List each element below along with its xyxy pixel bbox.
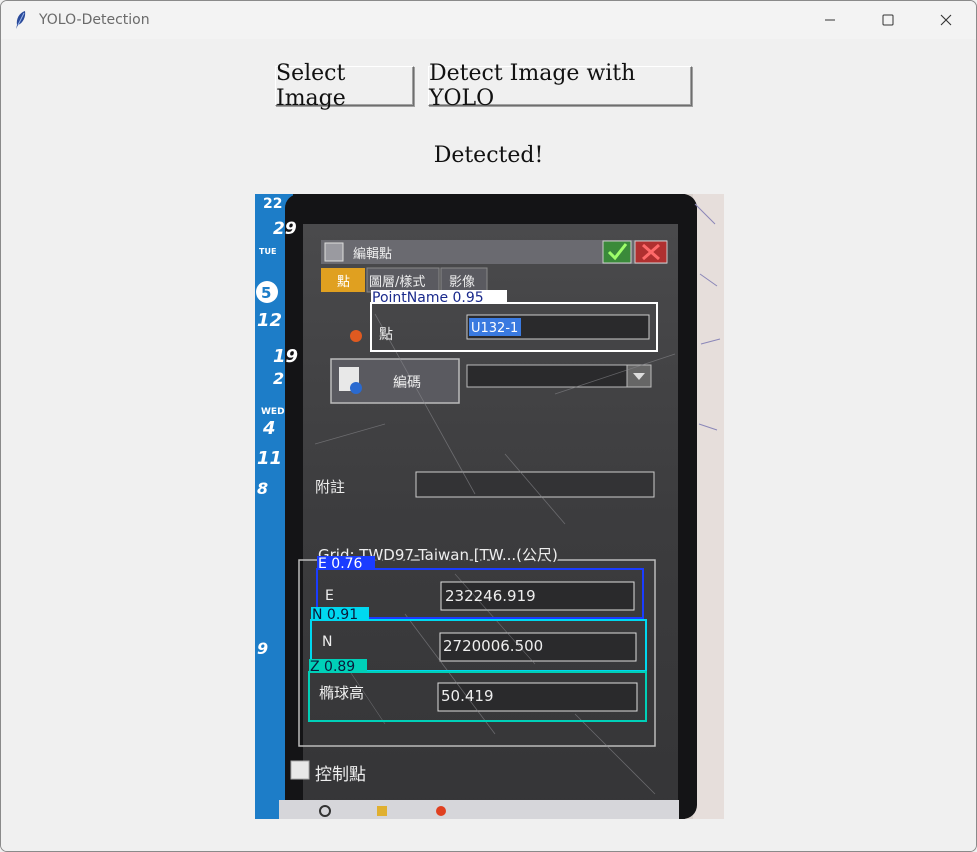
close-button[interactable] xyxy=(917,1,975,39)
calendar-number: 5 xyxy=(261,284,271,302)
calendar-number: 22 xyxy=(263,196,282,212)
calendar-number: 9 xyxy=(257,639,268,658)
detection-label: N 0.91 xyxy=(312,607,358,623)
maximize-button[interactable] xyxy=(859,1,917,39)
calendar-number: 8 xyxy=(257,479,268,498)
detection-label: E 0.76 xyxy=(318,556,363,572)
e-value: 232246.919 xyxy=(445,587,536,605)
main-content: Select Image Detect Image with YOLO Dete… xyxy=(1,39,976,851)
note-label: 附註 xyxy=(315,478,345,496)
maximize-icon xyxy=(882,14,894,26)
point-label: 點 xyxy=(379,327,393,343)
detect-image-button[interactable]: Detect Image with YOLO xyxy=(428,61,692,111)
calendar-day: TUE xyxy=(259,247,276,256)
calendar-number: 29 xyxy=(273,219,297,239)
calendar-number: 12 xyxy=(257,310,282,331)
status-label: Detected! xyxy=(433,143,544,168)
detection-image: 22 29 TUE 5 12 19 2 WED 4 11 8 9 編輯點 點 圖… xyxy=(255,194,724,819)
code-button-label: 編碼 xyxy=(393,375,421,391)
dialog-title: 編輯點 xyxy=(353,246,392,262)
feather-icon xyxy=(16,11,26,29)
calendar-number: 19 xyxy=(273,346,298,367)
select-image-button[interactable]: Select Image xyxy=(275,61,414,111)
control-point-label: 控制點 xyxy=(315,765,366,785)
calendar-number: 11 xyxy=(257,448,282,469)
calendar-day: WED xyxy=(261,407,285,417)
e-label: E xyxy=(325,588,334,604)
tab-image: 影像 xyxy=(449,275,475,290)
point-value: U132-1 xyxy=(471,321,518,336)
title-bar[interactable]: YOLO-Detection xyxy=(1,1,976,39)
z-value: 50.419 xyxy=(441,687,494,705)
tab-layer: 圖層/樣式 xyxy=(369,275,425,290)
calendar-number: 4 xyxy=(262,418,276,439)
minimize-button[interactable] xyxy=(801,1,859,39)
close-icon xyxy=(940,14,952,26)
calendar-number: 2 xyxy=(273,369,284,388)
minimize-icon xyxy=(825,19,835,21)
detection-label: Z 0.89 xyxy=(310,659,355,675)
n-value: 2720006.500 xyxy=(443,637,543,655)
tab-point: 點 xyxy=(337,275,350,290)
z-label: 橢球高 xyxy=(319,684,364,702)
n-label: N xyxy=(322,634,332,650)
detection-label: PointName 0.95 xyxy=(372,290,484,306)
window-title: YOLO-Detection xyxy=(39,12,150,28)
app-window: YOLO-Detection Select Image Detect Image… xyxy=(0,0,977,852)
